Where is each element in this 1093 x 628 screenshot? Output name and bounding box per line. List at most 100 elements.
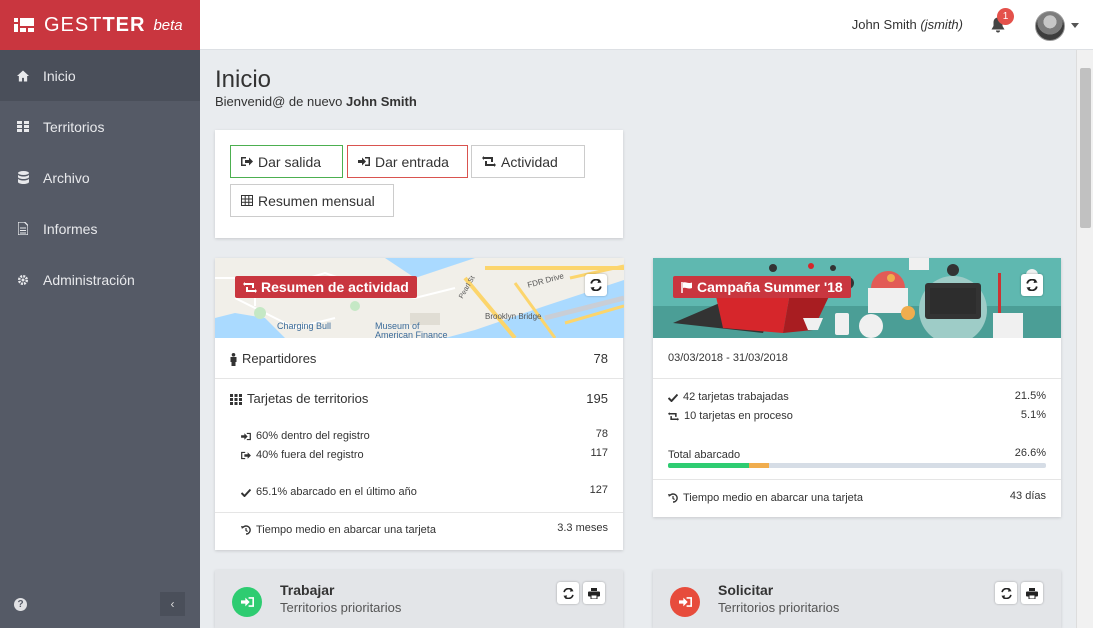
sidebar-item-archivo[interactable]: Archivo	[0, 152, 200, 203]
tarjetas-value: 195	[586, 391, 608, 406]
map-label: Brooklyn Bridge	[485, 312, 542, 321]
male-icon	[230, 353, 237, 367]
activity-summary-badge: Resumen de actividad	[235, 276, 417, 298]
abarcado-value: 127	[589, 484, 608, 496]
progress-fill-done	[668, 463, 750, 468]
tiempo-label: Tiempo medio en abarcar una tarjeta	[241, 524, 436, 536]
campaign-badge: Campaña Summer '18	[673, 276, 851, 298]
refresh-solicitar-button[interactable]	[995, 582, 1017, 604]
sign-out-icon	[241, 451, 251, 459]
campaign-tiempo-value: 43 días	[1009, 490, 1046, 502]
proceso-label: 10 tarjetas en proceso	[668, 410, 793, 422]
dar-salida-button[interactable]: Dar salida	[230, 145, 343, 178]
dentro-label: 60% dentro del registro	[241, 430, 370, 442]
gear-icon	[17, 274, 29, 286]
campaign-card: Campaña Summer '18 03/03/2018 - 31/03/20…	[653, 258, 1061, 517]
check-icon	[241, 488, 251, 497]
history-icon	[241, 525, 251, 535]
file-icon	[17, 222, 29, 235]
solicitar-title: Solicitar	[718, 582, 774, 598]
check-icon	[668, 393, 678, 402]
sign-in-circle-icon	[670, 587, 700, 617]
divider	[215, 512, 623, 513]
sidebar-item-inicio[interactable]: Inicio	[0, 50, 200, 101]
dar-entrada-button[interactable]: Dar entrada	[347, 145, 468, 178]
map-label: Charging Bull	[277, 321, 332, 331]
divider	[653, 479, 1061, 480]
total-label: Total abarcado	[668, 449, 741, 461]
activity-card: Charging Bull Museum of American Finance…	[215, 258, 624, 550]
solicitar-subtitle: Territorios prioritarios	[718, 600, 840, 615]
actions-card: Dar salida Dar entrada Actividad Resumen…	[215, 130, 623, 238]
retweet-icon	[243, 281, 257, 293]
sidebar-item-informes[interactable]: Informes	[0, 203, 200, 254]
sign-out-icon	[241, 157, 253, 166]
tarjetas-label: Tarjetas de territorios	[230, 391, 368, 406]
map-image: Charging Bull Museum of American Finance…	[215, 258, 624, 338]
print-solicitar-button[interactable]	[1021, 582, 1043, 604]
home-icon	[17, 69, 29, 82]
page-title: Inicio	[215, 66, 272, 93]
campaign-tiempo-label: Tiempo medio en abarcar una tarjeta	[668, 492, 863, 504]
refresh-icon	[1026, 279, 1038, 291]
sidebar-item-label: Informes	[43, 220, 98, 237]
sidebar-item-label: Inicio	[43, 67, 76, 84]
sign-in-icon	[358, 157, 370, 166]
print-icon	[1026, 587, 1038, 599]
avatar[interactable]	[1035, 11, 1065, 41]
campaign-dates: 03/03/2018 - 31/03/2018	[668, 352, 788, 364]
map-label: American Finance	[375, 330, 448, 338]
sign-in-circle-icon	[232, 587, 262, 617]
chevron-down-icon[interactable]	[1071, 23, 1079, 28]
tiempo-value: 3.3 meses	[557, 522, 608, 534]
trabajar-card[interactable]: Trabajar Territorios prioritarios	[215, 570, 623, 628]
abarcado-label: 65.1% abarcado en el último año	[241, 486, 417, 498]
divider	[653, 378, 1061, 379]
sidebar-item-territorios[interactable]: Territorios	[0, 101, 200, 152]
sidebar-item-administracion[interactable]: Administración	[0, 254, 200, 305]
proceso-value: 5.1%	[1020, 409, 1046, 421]
scrollbar[interactable]	[1076, 50, 1093, 628]
resumen-mensual-button[interactable]: Resumen mensual	[230, 184, 394, 217]
solicitar-card[interactable]: Solicitar Territorios prioritarios	[653, 570, 1061, 628]
dentro-value: 78	[595, 428, 608, 440]
brand-name: GESTTER	[44, 13, 146, 36]
actividad-button[interactable]: Actividad	[471, 145, 585, 178]
total-value: 26.6%	[1014, 447, 1046, 459]
refresh-icon	[1000, 587, 1012, 599]
user-name[interactable]: John Smith (jsmith)	[852, 17, 963, 32]
print-trabajar-button[interactable]	[583, 582, 605, 604]
brand-header[interactable]: GESTTER beta	[0, 0, 200, 50]
trabajar-subtitle: Territorios prioritarios	[280, 600, 402, 615]
print-icon	[588, 587, 600, 599]
page-subtitle: Bienvenid@ de nuevo John Smith	[215, 94, 417, 109]
flag-icon	[681, 281, 692, 293]
table-icon	[241, 195, 253, 206]
divider	[215, 378, 623, 379]
scrollbar-thumb[interactable]	[1080, 68, 1091, 228]
database-icon	[17, 171, 29, 184]
refresh-campaign-button[interactable]	[1021, 274, 1043, 296]
topbar: John Smith (jsmith) 1	[200, 0, 1093, 50]
sidebar-item-label: Administración	[43, 271, 135, 288]
progress-fill-in-process	[749, 463, 769, 468]
repartidores-label: Repartidores	[230, 351, 316, 367]
refresh-icon	[562, 587, 574, 599]
sidebar-item-label: Archivo	[43, 169, 90, 186]
collapse-sidebar-button[interactable]: ‹	[160, 592, 185, 616]
sidebar: GESTTER beta Inicio Territorios Archivo …	[0, 0, 200, 628]
sidebar-item-label: Territorios	[43, 118, 105, 135]
refresh-icon	[590, 279, 602, 291]
retweet-icon	[482, 156, 496, 167]
grid-icon	[17, 121, 29, 133]
repartidores-value: 78	[593, 351, 608, 366]
brand-beta: beta	[153, 16, 183, 34]
trabajar-title: Trabajar	[280, 582, 335, 598]
refresh-trabajar-button[interactable]	[557, 582, 579, 604]
notification-badge[interactable]: 1	[997, 8, 1014, 25]
trabajadas-value: 21.5%	[1014, 390, 1046, 402]
help-icon[interactable]: ?	[14, 598, 27, 611]
history-icon	[668, 493, 678, 503]
progress-bar	[668, 463, 1046, 468]
refresh-activity-button[interactable]	[585, 274, 607, 296]
